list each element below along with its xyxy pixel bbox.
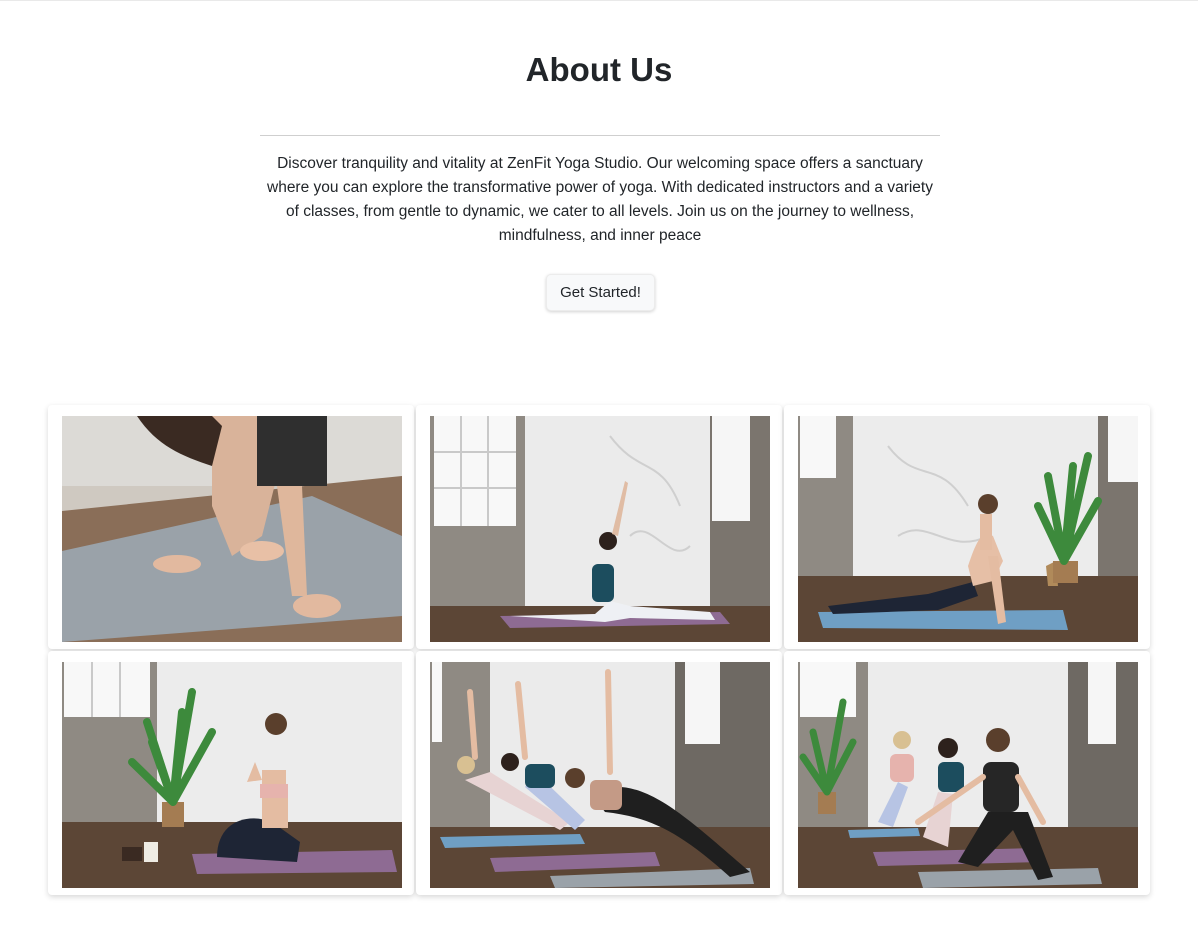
split-pose-photo [430,416,770,642]
about-page: About Us Discover tranquility and vitali… [0,0,1198,941]
get-started-button[interactable]: Get Started! [546,274,655,311]
lunge-group-photo [798,662,1138,888]
gallery-card[interactable] [48,651,414,895]
gallery-card[interactable] [416,405,782,649]
side-plank-group-photo [430,662,770,888]
section-divider [260,135,940,136]
gallery-card[interactable] [416,651,782,895]
kneeling-prayer-photo [62,662,402,888]
hands-on-mat-photo [62,416,402,642]
about-description: Discover tranquility and vitality at Zen… [267,155,933,244]
top-rule [0,0,1198,1]
gallery-card[interactable] [784,651,1150,895]
gallery-card[interactable] [784,405,1150,649]
page-title: About Us [525,51,673,88]
cobra-pose-photo [798,416,1138,642]
photo-gallery [48,405,1152,895]
gallery-card[interactable] [48,405,414,649]
